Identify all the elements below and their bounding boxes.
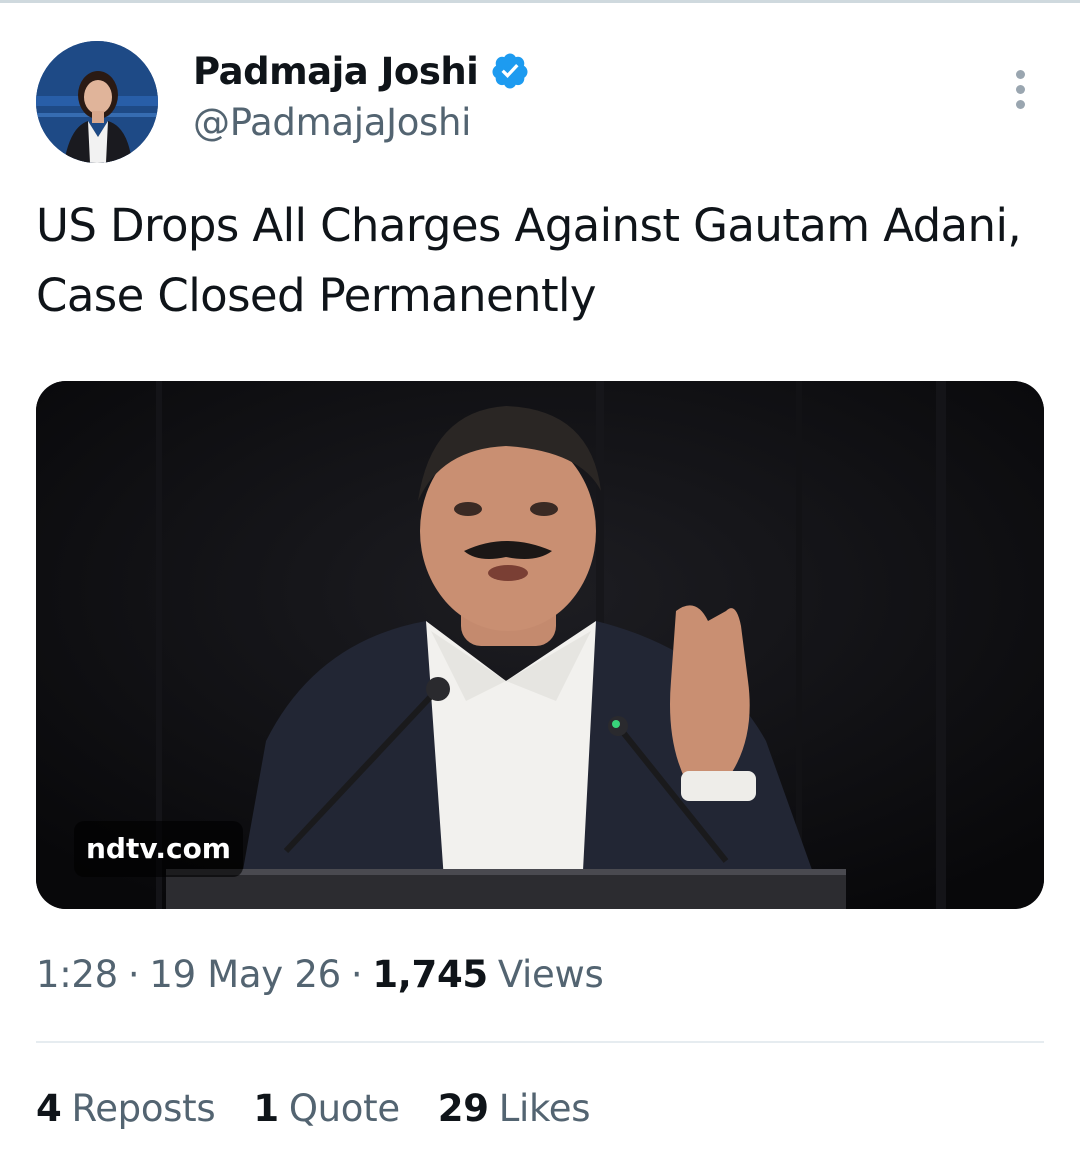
author-name-row: Padmaja Joshi bbox=[193, 47, 530, 95]
media-source-label: ndtv.com bbox=[74, 821, 243, 877]
author-name[interactable]: Padmaja Joshi bbox=[193, 50, 479, 93]
tweet-page: Padmaja Joshi @PadmajaJoshi US Drops All… bbox=[0, 0, 1080, 1161]
engagement-stats: 4 Reposts 1 Quote 29 Likes bbox=[36, 1087, 591, 1130]
more-options-icon bbox=[1015, 69, 1025, 79]
meta-separator: · bbox=[350, 953, 363, 996]
quotes-stat[interactable]: 1 Quote bbox=[253, 1087, 400, 1130]
tweet-time[interactable]: 1:28 bbox=[36, 953, 118, 996]
tweet-media[interactable]: ndtv.com bbox=[36, 381, 1044, 909]
tweet-text: US Drops All Charges Against Gautam Adan… bbox=[36, 199, 1022, 322]
likes-stat[interactable]: 29 Likes bbox=[437, 1087, 591, 1130]
tweet-meta: 1:28 · 19 May 26 · 1,745 Views bbox=[36, 953, 604, 996]
views-count: 1,745 bbox=[372, 953, 488, 996]
quotes-count: 1 bbox=[253, 1087, 279, 1130]
reposts-label: Reposts bbox=[71, 1087, 216, 1130]
avatar[interactable] bbox=[36, 41, 158, 163]
likes-count: 29 bbox=[437, 1087, 489, 1130]
more-options-icon-dot bbox=[1015, 99, 1025, 109]
more-options-icon-dot bbox=[1015, 84, 1025, 94]
verified-badge-icon bbox=[490, 51, 530, 91]
tweet-date[interactable]: 19 May 26 bbox=[149, 953, 341, 996]
divider bbox=[36, 1041, 1044, 1043]
more-options-button[interactable] bbox=[1000, 61, 1040, 117]
meta-separator: · bbox=[127, 953, 140, 996]
reposts-count: 4 bbox=[36, 1087, 62, 1130]
likes-label: Likes bbox=[498, 1087, 591, 1130]
views-label: Views bbox=[497, 953, 604, 996]
quotes-label: Quote bbox=[288, 1087, 400, 1130]
avatar-image bbox=[36, 41, 158, 163]
author-handle[interactable]: @PadmajaJoshi bbox=[193, 101, 471, 144]
reposts-stat[interactable]: 4 Reposts bbox=[36, 1087, 216, 1130]
